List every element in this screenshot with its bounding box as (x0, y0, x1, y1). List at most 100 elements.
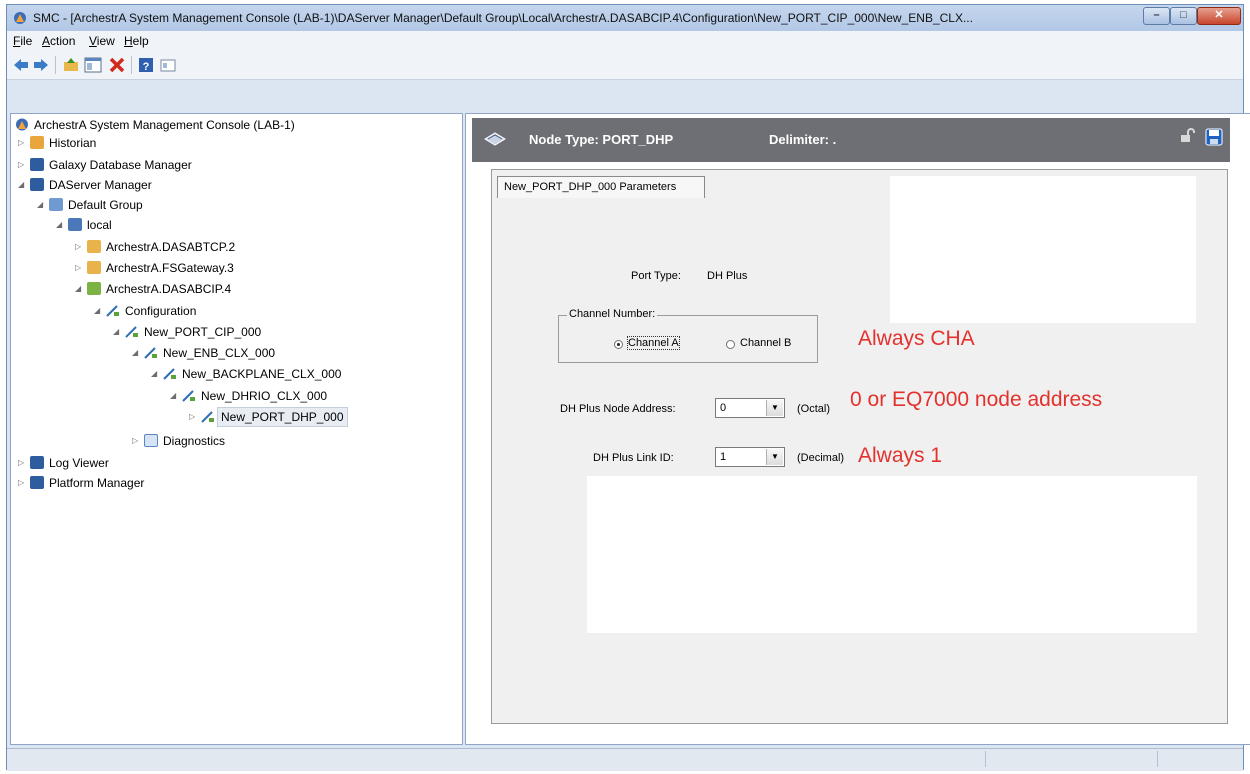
collapse-arrow-icon[interactable]: ◢ (18, 181, 26, 189)
tree-label: ArchestrA.DASABTCP.2 (106, 240, 236, 254)
module-node-icon (182, 390, 195, 402)
collapse-arrow-icon[interactable]: ◢ (170, 392, 178, 400)
blank-area (587, 476, 1197, 633)
expand-arrow-icon[interactable]: ▷ (18, 459, 26, 467)
node-address-label: DH Plus Node Address: (560, 403, 676, 415)
tree-label: Default Group (68, 198, 143, 212)
toolbar-separator (55, 56, 56, 74)
port-node-icon (125, 326, 138, 338)
toolbar-separator (131, 56, 132, 74)
maximize-button[interactable]: □ (1170, 7, 1197, 25)
node-address-unit: (Octal) (797, 403, 830, 415)
channel-a-radio[interactable] (614, 340, 623, 349)
collapse-arrow-icon[interactable]: ◢ (75, 285, 83, 293)
default-group-icon (49, 198, 63, 211)
historian-icon (30, 136, 44, 149)
tree-label: Galaxy Database Manager (49, 158, 192, 172)
svg-text:?: ? (143, 61, 150, 73)
daserver-running-icon (87, 282, 101, 295)
collapse-arrow-icon[interactable]: ◢ (56, 221, 64, 229)
collapse-arrow-icon[interactable]: ◢ (37, 201, 45, 209)
menu-file[interactable]: File (13, 34, 32, 48)
link-id-value: 1 (720, 451, 727, 463)
channel-a-label[interactable]: Channel A (627, 336, 680, 350)
diagnostics-icon (144, 434, 158, 447)
node-address-select[interactable]: 0 ▼ (715, 398, 785, 418)
expand-arrow-icon[interactable]: ▷ (75, 243, 83, 251)
expand-arrow-icon[interactable]: ▷ (18, 161, 26, 169)
tree-label: Platform Manager (49, 476, 145, 490)
save-icon[interactable] (1205, 128, 1223, 146)
platform-manager-icon (30, 476, 44, 489)
tree-label: Diagnostics (163, 434, 226, 448)
menu-help[interactable]: Help (124, 34, 149, 48)
tree-label: ArchestrA System Management Console (LAB… (34, 118, 295, 132)
link-id-select[interactable]: 1 ▼ (715, 447, 785, 467)
daserver-stopped-icon (87, 240, 101, 253)
tree-label: DAServer Manager (49, 178, 152, 192)
help-icon[interactable]: ? (137, 56, 155, 74)
toolbar: ? (7, 51, 1243, 80)
smc-window: SMC - [ArchestrA System Management Conso… (6, 4, 1250, 771)
menu-action[interactable]: Action (42, 34, 75, 48)
status-bar (7, 748, 1243, 771)
expand-arrow-icon[interactable]: ▷ (18, 479, 26, 487)
collapse-arrow-icon[interactable]: ◢ (132, 349, 140, 357)
link-id-label: DH Plus Link ID: (593, 452, 674, 464)
collapse-arrow-icon[interactable]: ◢ (113, 328, 121, 336)
back-arrow-icon[interactable] (12, 56, 30, 74)
delete-x-icon[interactable] (108, 56, 126, 74)
channel-group-title: Channel Number: (567, 308, 658, 320)
tree-label: Configuration (125, 304, 197, 318)
tree-label: New_ENB_CLX_000 (163, 346, 276, 360)
chevron-down-icon[interactable]: ▼ (766, 400, 783, 416)
module-node-icon (144, 347, 157, 359)
tree-label: local (87, 218, 112, 232)
port-type-value: DH Plus (707, 270, 748, 282)
blank-area (890, 176, 1196, 323)
backplane-node-icon (163, 368, 176, 380)
console-tree[interactable]: ArchestrA System Management Console (LAB… (10, 113, 463, 745)
channel-b-radio[interactable] (726, 340, 735, 349)
daserver-manager-icon (30, 178, 44, 191)
channel-number-group: Channel Number: Channel A Channel B (558, 308, 818, 363)
chevron-down-icon[interactable]: ▼ (766, 449, 783, 465)
channel-b-label[interactable]: Channel B (740, 337, 791, 349)
port-node-icon (201, 411, 214, 423)
status-cell (985, 751, 986, 767)
title-bar[interactable]: SMC - [ArchestrA System Management Conso… (7, 5, 1243, 31)
port-node-icon (484, 132, 506, 146)
tab-parameters[interactable]: New_PORT_DHP_000 Parameters (497, 176, 705, 198)
up-folder-icon[interactable] (62, 56, 80, 74)
tree-label: New_BACKPLANE_CLX_000 (182, 367, 342, 381)
collapse-arrow-icon[interactable]: ◢ (94, 307, 102, 315)
menu-bar: File Action View Help (7, 31, 1243, 51)
smc-app-icon (16, 118, 28, 131)
node-header: Node Type: PORT_DHP Delimiter: . (472, 118, 1230, 162)
link-id-unit: (Decimal) (797, 452, 845, 464)
log-viewer-icon (30, 456, 44, 469)
tree-label: Historian (49, 136, 97, 150)
properties-icon[interactable] (159, 56, 177, 74)
expand-arrow-icon[interactable]: ▷ (189, 413, 197, 421)
expand-arrow-icon[interactable]: ▷ (132, 437, 140, 445)
computer-icon (68, 218, 82, 231)
daserver-stopped-icon (87, 261, 101, 274)
tree-label: ArchestrA.DASABCIP.4 (106, 282, 232, 296)
delimiter-label: Delimiter: . (769, 132, 837, 147)
minimize-button[interactable]: – (1143, 7, 1170, 25)
port-type-label: Port Type: (631, 270, 681, 282)
smc-app-icon (14, 12, 26, 24)
close-button[interactable]: ✕ (1197, 7, 1241, 25)
menu-view[interactable]: View (89, 34, 115, 48)
forward-arrow-icon[interactable] (32, 56, 50, 74)
status-cell (1157, 751, 1158, 767)
annotation-node-address: 0 or EQ7000 node address (850, 388, 1103, 411)
detail-pane: Node Type: PORT_DHP Delimiter: . New_POR… (465, 113, 1250, 745)
expand-arrow-icon[interactable]: ▷ (75, 264, 83, 272)
configuration-icon (106, 305, 119, 317)
lock-icon[interactable] (1180, 127, 1196, 143)
collapse-arrow-icon[interactable]: ◢ (151, 370, 159, 378)
console-tree-icon[interactable] (84, 56, 102, 74)
expand-arrow-icon[interactable]: ▷ (18, 139, 26, 147)
